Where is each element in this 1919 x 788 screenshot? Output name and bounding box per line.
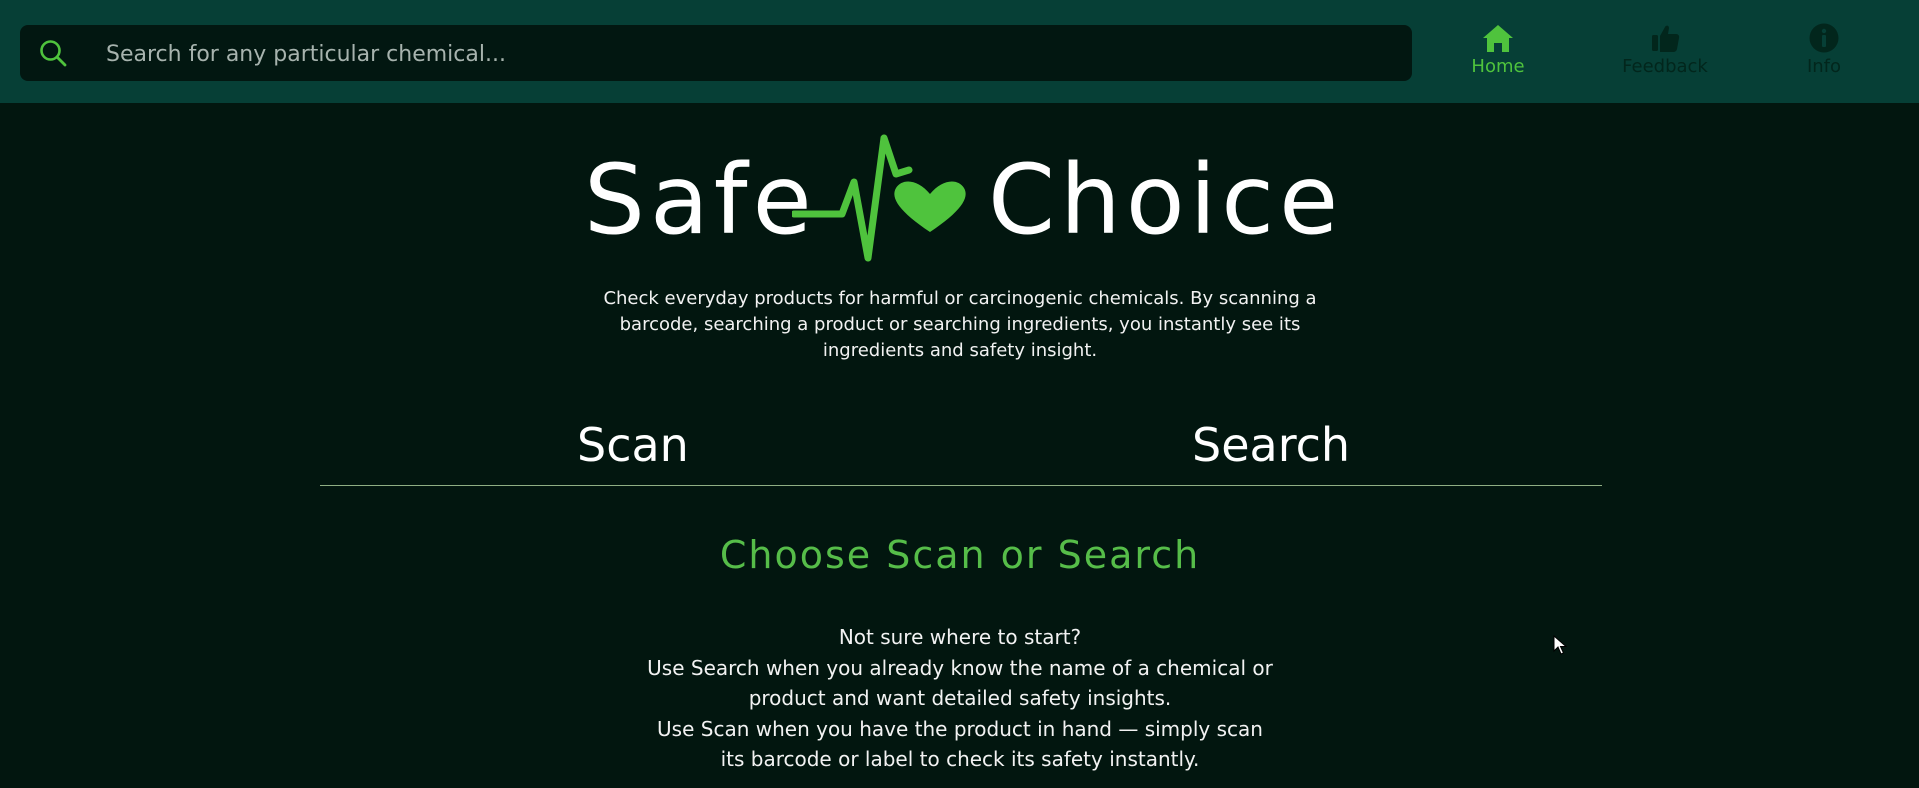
nav-info[interactable]: Info <box>1754 22 1894 82</box>
guidance-line: Use Search when you already know the nam… <box>647 655 1273 680</box>
tab-search[interactable]: Search <box>1192 422 1350 468</box>
tab-scan[interactable]: Scan <box>577 422 689 468</box>
app-logo: Safe Choice <box>580 130 1340 280</box>
choose-heading: Choose Scan or Search <box>719 533 1201 577</box>
info-icon <box>1809 23 1839 53</box>
guidance-line: Not sure where to start? <box>838 625 1082 649</box>
nav-home[interactable]: Home <box>1428 22 1568 82</box>
guidance-text: Not sure where to start? Use Search when… <box>560 622 1360 775</box>
nav-info-label: Info <box>1806 56 1842 77</box>
search-input[interactable] <box>104 33 1388 75</box>
tab-divider <box>320 485 1602 486</box>
tagline: Check everyday products for harmful or c… <box>603 288 1317 361</box>
logo-text-choice: Choice <box>988 144 1344 256</box>
guidance-line: product and want detailed safety insight… <box>748 686 1172 710</box>
thumbs-up-icon <box>1652 25 1680 52</box>
nav-feedback-label: Feedback <box>1622 56 1708 77</box>
search-bar[interactable] <box>20 25 1412 81</box>
nav-feedback[interactable]: Feedback <box>1595 22 1735 82</box>
logo-text-safe: Safe <box>584 144 817 256</box>
search-icon <box>40 40 67 67</box>
mouse-cursor-icon <box>1553 635 1567 655</box>
heartbeat-heart-icon <box>792 134 966 262</box>
top-navigation-bar: Home Feedback Info <box>0 0 1919 103</box>
home-icon <box>1483 25 1513 52</box>
nav-home-label: Home <box>1471 56 1525 77</box>
guidance-line: Use Scan when you have the product in ha… <box>657 716 1263 741</box>
guidance-line: its barcode or label to check its safety… <box>720 747 1200 771</box>
